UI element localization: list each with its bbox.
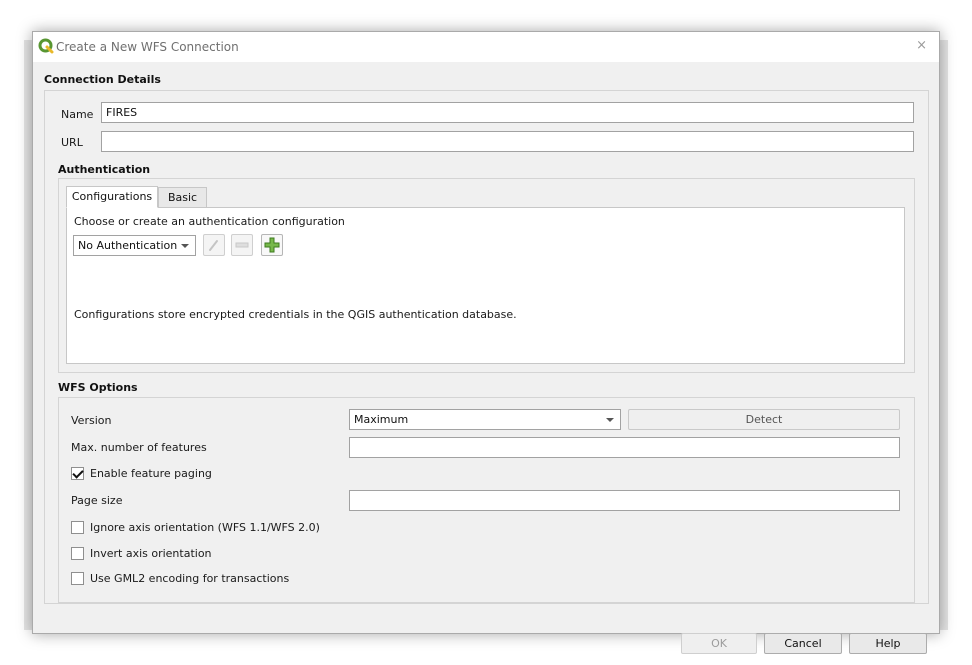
- wfs-connection-dialog: Create a New WFS Connection × Connection…: [32, 31, 940, 654]
- pencil-edit-icon: [209, 240, 218, 251]
- remove-config-button[interactable]: [231, 234, 253, 256]
- gml2-checkbox[interactable]: [71, 572, 84, 585]
- max-features-input[interactable]: [349, 437, 900, 458]
- name-input[interactable]: [101, 102, 914, 123]
- enable-paging-checkbox[interactable]: [71, 467, 84, 480]
- help-button[interactable]: Help: [849, 633, 927, 654]
- ok-button[interactable]: OK: [681, 633, 757, 654]
- url-input[interactable]: [101, 131, 914, 152]
- add-config-button[interactable]: [261, 234, 283, 256]
- version-label: Version: [71, 414, 112, 427]
- version-value: Maximum: [354, 413, 409, 426]
- page-size-label: Page size: [71, 494, 123, 507]
- name-label: Name: [61, 108, 94, 121]
- max-features-label: Max. number of features: [71, 441, 207, 454]
- connection-details-title: Connection Details: [44, 73, 161, 86]
- ignore-axis-checkbox[interactable]: [71, 521, 84, 534]
- dialog-content: Connection Details Name URL Authenticati…: [33, 62, 939, 654]
- cancel-button[interactable]: Cancel: [764, 633, 842, 654]
- tab-configurations[interactable]: Configurations: [66, 186, 158, 208]
- url-label: URL: [61, 136, 83, 149]
- invert-axis-checkbox[interactable]: [71, 547, 84, 560]
- window-title: Create a New WFS Connection: [56, 40, 239, 54]
- close-icon[interactable]: ×: [916, 38, 927, 53]
- remove-icon: [235, 242, 249, 248]
- page-size-input[interactable]: [349, 490, 900, 511]
- auth-config-select[interactable]: No Authentication: [73, 235, 196, 256]
- auth-info-text: Configurations store encrypted credentia…: [74, 308, 517, 321]
- background-window-edge-left: [24, 40, 32, 630]
- add-green-icon: [264, 237, 280, 253]
- edit-config-button[interactable]: [203, 234, 225, 256]
- detect-button[interactable]: Detect: [628, 409, 900, 430]
- gml2-label: Use GML2 encoding for transactions: [90, 572, 290, 585]
- enable-paging-label: Enable feature paging: [90, 467, 212, 480]
- tab-basic[interactable]: Basic: [158, 187, 207, 208]
- qgis-logo-icon: [38, 38, 54, 54]
- invert-axis-label: Invert axis orientation: [90, 547, 212, 560]
- wfs-options-title: WFS Options: [58, 381, 138, 394]
- configurations-panel: [66, 207, 905, 364]
- version-select[interactable]: Maximum: [349, 409, 621, 430]
- chevron-down-icon: [606, 418, 614, 422]
- ignore-axis-label: Ignore axis orientation (WFS 1.1/WFS 2.0…: [90, 521, 320, 534]
- title-bar[interactable]: Create a New WFS Connection ×: [33, 32, 939, 62]
- chevron-down-icon: [181, 244, 189, 248]
- authentication-title: Authentication: [58, 163, 151, 176]
- auth-config-value: No Authentication: [78, 239, 178, 252]
- choose-config-label: Choose or create an authentication confi…: [74, 215, 345, 228]
